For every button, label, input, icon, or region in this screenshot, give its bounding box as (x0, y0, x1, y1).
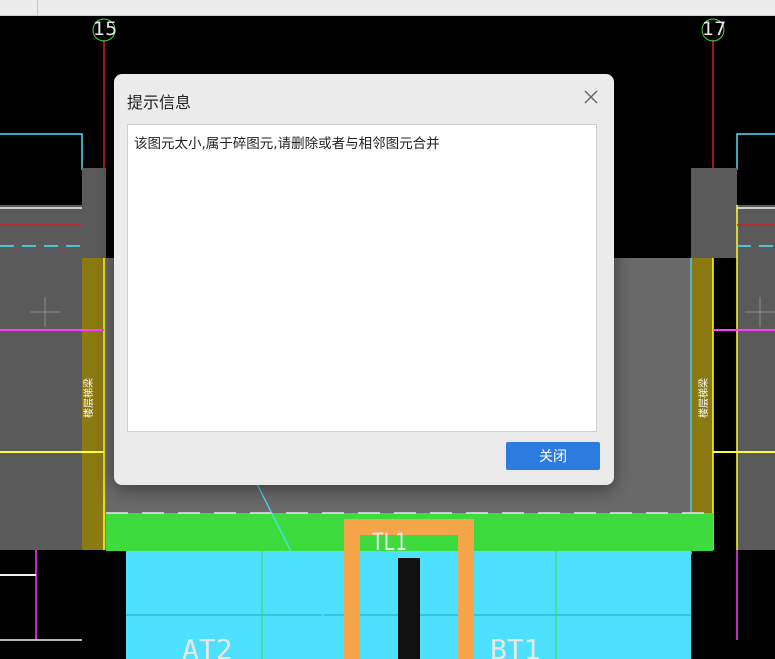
wall-left-strip (0, 205, 82, 550)
axis-label-15: 15 (93, 18, 118, 40)
label-bt1: BT1 (490, 633, 541, 659)
dialog-title: 提示信息 (127, 93, 192, 112)
axis-label-17: 17 (702, 18, 727, 40)
wall-outline-right-top (736, 133, 775, 170)
dialog-message: 该图元太小,属于碎图元,请删除或者与相邻图元合并 (134, 136, 440, 152)
black-core (398, 558, 420, 659)
close-icon[interactable] (580, 86, 602, 108)
label-tl1: TL1 (372, 529, 407, 557)
label-at2: AT2 (182, 633, 233, 659)
side-text-left: 楼层梯梁 (82, 378, 95, 418)
wall-outline-left-top (0, 133, 83, 170)
info-dialog: 提示信息 该图元太小,属于碎图元,请删除或者与相邻图元合并 关闭 (114, 74, 614, 485)
wall-block-left (82, 168, 106, 258)
close-button[interactable]: 关闭 (506, 442, 600, 470)
message-box: 该图元太小,属于碎图元,请删除或者与相邻图元合并 (127, 124, 597, 432)
side-text-right: 楼层梯梁 (697, 378, 710, 418)
wall-right-strip (737, 205, 775, 550)
toolbar-divider (37, 0, 38, 15)
top-toolbar-strip (0, 0, 775, 16)
wall-block-right (691, 168, 737, 258)
